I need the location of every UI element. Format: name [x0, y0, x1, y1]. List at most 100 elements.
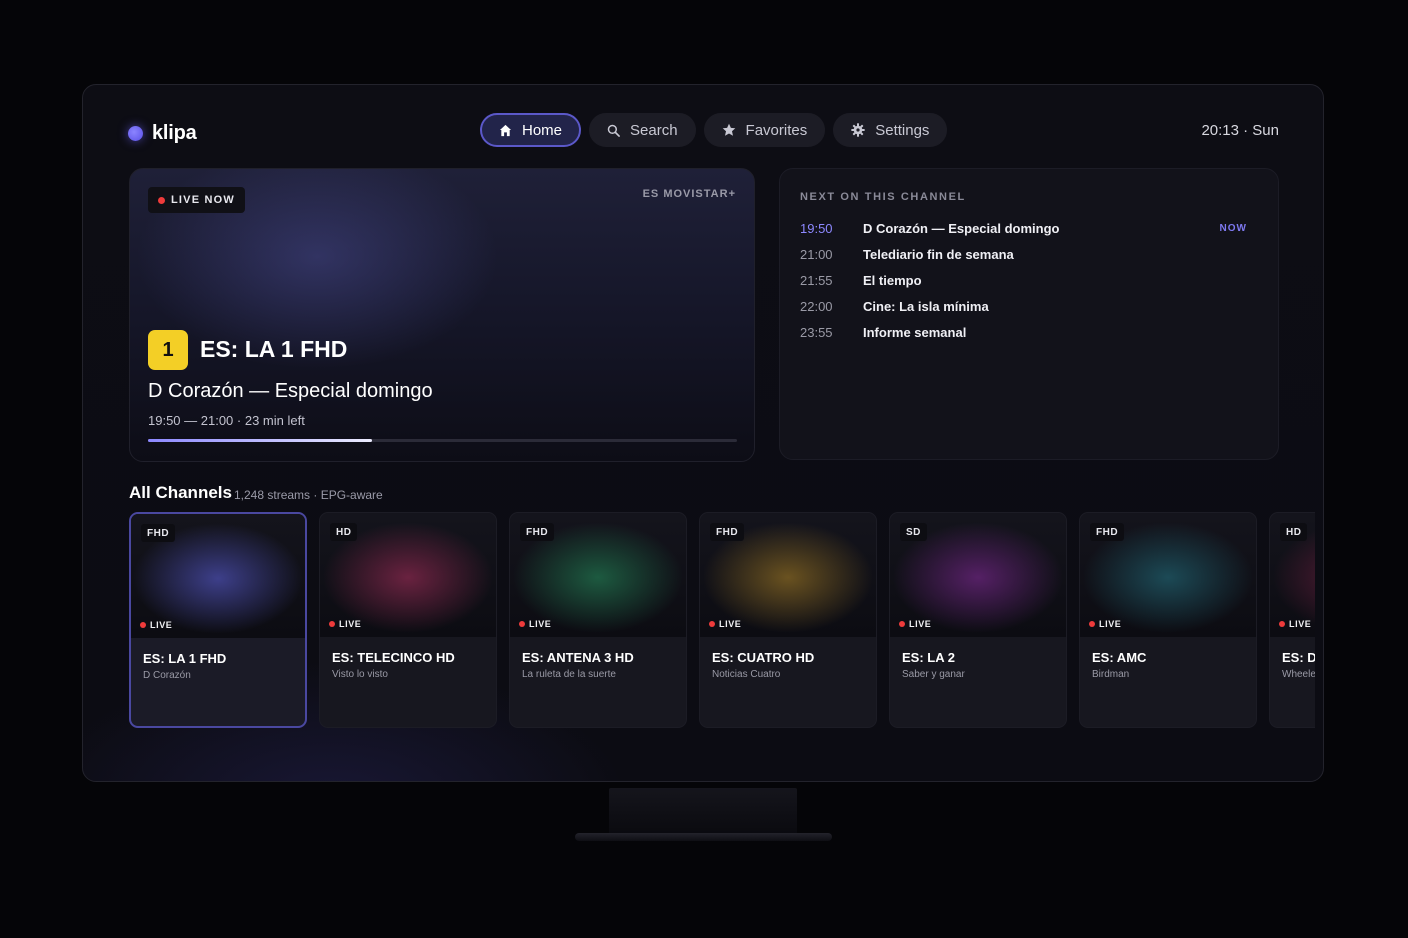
section-subtitle: 1,248 streams · EPG-aware — [234, 488, 383, 502]
live-dot-icon — [140, 622, 146, 628]
channel-card[interactable]: HD LIVE ES: TELECINCO HD Visto lo visto — [319, 512, 497, 728]
live-tag: LIVE — [1089, 619, 1121, 629]
live-label: LIVE — [719, 619, 742, 629]
channel-program: La ruleta de la suerte — [522, 669, 616, 680]
schedule-row[interactable]: 22:00 Cine: La isla mínima — [800, 293, 1260, 319]
home-icon — [499, 124, 512, 136]
quality-badge: FHD — [141, 524, 176, 542]
channel-program: Saber y ganar — [902, 669, 965, 680]
channel-program: Birdman — [1092, 669, 1130, 680]
provider-label: ES MOVISTAR+ — [642, 188, 736, 200]
search-icon — [607, 124, 620, 137]
channel-name: ES: ANTENA 3 HD — [522, 650, 634, 665]
schedule-row[interactable]: 19:50 D Corazón — Especial domingo NOW — [800, 215, 1260, 241]
live-label: LIVE — [909, 619, 932, 629]
live-tag: LIVE — [1279, 619, 1311, 629]
schedule-show: El tiempo — [863, 272, 922, 288]
channel-card[interactable]: FHD LIVE ES: AMC Birdman — [1079, 512, 1257, 728]
schedule-show: Informe semanal — [863, 324, 967, 340]
channel-name: ES: CUATRO HD — [712, 650, 815, 665]
live-dot-icon — [1279, 621, 1285, 627]
nav-search-button[interactable]: Search — [589, 113, 696, 147]
schedule-show: Cine: La isla mínima — [863, 298, 989, 314]
live-dot-icon — [899, 621, 905, 627]
live-dot-icon — [519, 621, 525, 627]
live-tag: LIVE — [140, 620, 172, 630]
hero-program-title: D Corazón — Especial domingo — [148, 380, 433, 402]
schedule-row[interactable]: 23:55 Informe semanal — [800, 319, 1260, 345]
channel-name: ES: DM — [1282, 650, 1315, 665]
tv-screen: klipa Home Search Favorites Settings 20:… — [82, 84, 1324, 782]
live-now-badge: LIVE NOW — [148, 187, 245, 213]
quality-badge: FHD — [1090, 523, 1125, 541]
schedule-show: Telediario fin de semana — [863, 246, 1014, 262]
app-logo[interactable]: klipa — [128, 122, 197, 145]
live-label: LIVE — [1099, 619, 1122, 629]
channel-program: Wheeler — [1282, 669, 1315, 680]
live-label: LIVE — [1289, 619, 1312, 629]
channel-program: Noticias Cuatro — [712, 669, 781, 680]
hero-program-time: 19:50 — 21:00 · 23 min left — [148, 413, 305, 428]
live-tag: LIVE — [709, 619, 741, 629]
channel-name: ES: AMC — [1092, 650, 1147, 665]
channel-name: ES: LA 2 — [902, 650, 955, 665]
nav-settings-button[interactable]: Settings — [833, 113, 948, 147]
channel-number-badge: 1 — [148, 330, 188, 370]
live-tag: LIVE — [899, 619, 931, 629]
tv-stand-neck — [609, 788, 797, 834]
quality-badge: SD — [900, 523, 927, 541]
gear-icon — [851, 123, 865, 137]
schedule-time: 23:55 — [800, 324, 833, 340]
schedule-time: 22:00 — [800, 298, 833, 314]
channel-name: ES: LA 1 FHD — [143, 651, 227, 666]
live-tag: LIVE — [329, 619, 361, 629]
schedule-row[interactable]: 21:55 El tiempo — [800, 267, 1260, 293]
channel-name: ES: TELECINCO HD — [332, 650, 455, 665]
live-dot-icon — [158, 196, 165, 204]
quality-badge: HD — [1280, 523, 1308, 541]
live-dot-icon — [1089, 621, 1095, 627]
live-label: LIVE — [529, 619, 552, 629]
schedule-time: 21:55 — [800, 272, 833, 288]
nav-home-button[interactable]: Home — [480, 113, 582, 147]
logo-dot-icon — [128, 126, 143, 141]
now-badge: NOW — [1219, 222, 1247, 234]
channel-program: D Corazón — [143, 670, 191, 681]
program-progress-bar — [148, 439, 737, 442]
channel-card[interactable]: FHD LIVE ES: ANTENA 3 HD La ruleta de la… — [509, 512, 687, 728]
channel-card[interactable]: FHD LIVE ES: LA 1 FHD D Corazón — [129, 512, 307, 728]
app-name: klipa — [152, 122, 197, 144]
clock: 20:13 · Sun — [1201, 122, 1279, 139]
live-dot-icon — [329, 621, 335, 627]
channel-card[interactable]: FHD LIVE ES: CUATRO HD Noticias Cuatro — [699, 512, 877, 728]
schedule-panel: NEXT ON THIS CHANNEL 19:50 D Corazón — E… — [779, 168, 1279, 460]
star-icon — [722, 123, 735, 136]
tv-stand-base — [575, 833, 832, 841]
nav-settings-label: Settings — [875, 121, 930, 139]
nav-favorites-button[interactable]: Favorites — [703, 113, 826, 147]
nav-home-label: Home — [522, 121, 563, 139]
section-title: All Channels — [129, 483, 232, 502]
live-label: LIVE — [150, 620, 173, 630]
now-playing-hero[interactable]: LIVE NOW ES MOVISTAR+ 1 ES: LA 1 FHD D C… — [129, 168, 755, 462]
main-nav: Home Search Favorites Settings — [480, 113, 948, 147]
channel-program: Visto lo visto — [332, 669, 388, 680]
quality-badge: FHD — [520, 523, 555, 541]
live-tag: LIVE — [519, 619, 551, 629]
channel-carousel[interactable]: FHD LIVE ES: LA 1 FHD D Corazón HD LIVE … — [129, 512, 1315, 728]
channel-card[interactable]: SD LIVE ES: LA 2 Saber y ganar — [889, 512, 1067, 728]
nav-search-label: Search — [630, 121, 678, 139]
schedule-time: 21:00 — [800, 246, 833, 262]
channel-card[interactable]: HD LIVE ES: DM Wheeler — [1269, 512, 1315, 728]
hero-channel-name: ES: LA 1 FHD — [200, 336, 348, 362]
schedule-list: 19:50 D Corazón — Especial domingo NOW 2… — [800, 215, 1260, 345]
quality-badge: HD — [330, 523, 358, 541]
live-dot-icon — [709, 621, 715, 627]
schedule-title: NEXT ON THIS CHANNEL — [800, 191, 966, 203]
live-label: LIVE — [339, 619, 362, 629]
quality-badge: FHD — [710, 523, 745, 541]
schedule-row[interactable]: 21:00 Telediario fin de semana — [800, 241, 1260, 267]
schedule-show: D Corazón — Especial domingo — [863, 220, 1060, 236]
schedule-time: 19:50 — [800, 220, 833, 236]
nav-favorites-label: Favorites — [745, 121, 808, 139]
